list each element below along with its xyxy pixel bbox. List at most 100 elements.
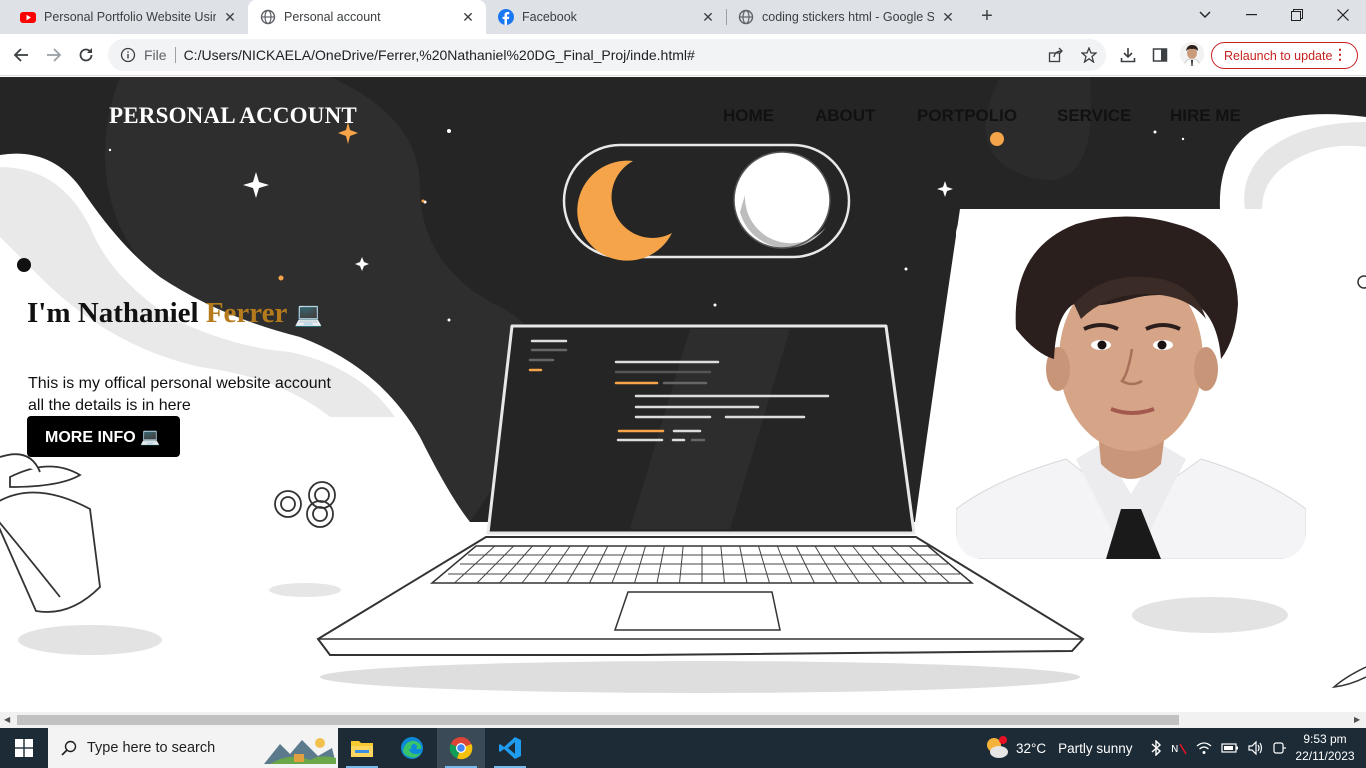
tab-google-search[interactable]: coding stickers html - Google Se ✕ [726,0,966,34]
facebook-icon [498,9,514,25]
restore-button[interactable] [1274,0,1320,30]
nav-home[interactable]: HOME [723,106,774,126]
site-logo[interactable]: PERSONAL ACCOUNT [109,103,357,129]
avatar [1180,42,1204,66]
taskbar-vscode[interactable] [486,728,534,768]
more-vertical-icon: ⋮ [1333,46,1347,62]
tab-title: Personal Portfolio Website Using [44,10,216,24]
taskbar-search-box[interactable]: Type here to search [48,728,338,768]
hero-line-2: all the details is in here [28,397,191,414]
close-icon [1337,9,1349,21]
reload-button[interactable] [74,43,98,67]
share-icon [1048,47,1063,63]
tab-facebook[interactable]: Facebook ✕ [486,0,726,34]
scheme-label: File [144,47,167,63]
chrome-icon [449,737,473,760]
browser-toolbar: File C:/Users/NICKAELA/OneDrive/Ferrer,%… [0,34,1366,76]
tab-close-icon[interactable]: ✕ [940,9,956,25]
profile-photo [956,209,1306,559]
side-panel-icon [1152,48,1168,62]
chevron-down-icon [1199,11,1211,18]
weather-text: Partly sunny [1058,740,1133,756]
taskbar-chrome[interactable] [437,728,485,768]
hero-title: I'm Nathaniel Ferrer 💻 [27,297,323,330]
edge-icon [401,737,423,759]
tab-personal-account[interactable]: Personal account ✕ [248,0,486,34]
arrow-left-icon [13,48,28,62]
relaunch-label: Relaunch to update [1224,48,1333,63]
profile-avatar[interactable] [1180,42,1204,66]
close-window-button[interactable] [1320,0,1366,30]
horizontal-scrollbar[interactable]: ◀ ▶ [0,712,1366,728]
laptop-icon: 💻 [294,302,323,327]
search-placeholder: Type here to search [87,740,216,756]
hero-line-1: This is my offical personal website acco… [28,375,331,392]
taskbar-file-explorer[interactable] [338,728,386,768]
weather-temp: 32°C [1016,740,1047,756]
bluetooth-icon[interactable] [1150,740,1162,756]
scrollbar-thumb[interactable] [17,715,1179,725]
new-tab-button[interactable]: + [975,6,999,28]
tab-youtube[interactable]: Personal Portfolio Website Using ✕ [8,0,248,34]
taskbar-clock[interactable]: 9:53 pm 22/11/2023 [1290,731,1360,765]
clock-date: 22/11/2023 [1295,749,1355,763]
hero-accent-name: Ferrer [205,297,287,329]
reload-icon [79,48,93,62]
url-text[interactable]: C:/Users/NICKAELA/OneDrive/Ferrer,%20Nat… [184,47,695,63]
tab-close-icon[interactable]: ✕ [700,9,716,25]
nav-about[interactable]: ABOUT [815,106,875,126]
youtube-icon [20,12,36,23]
tab-title: Personal account [284,10,381,24]
windows-taskbar: Type here to search 32°C Partly sunny N … [0,728,1366,768]
tab-close-icon[interactable]: ✕ [222,9,238,25]
share-button[interactable] [1040,47,1072,63]
globe-icon [738,9,754,25]
weather-partly-sunny-icon [987,736,1008,758]
minimize-button[interactable] [1228,0,1274,30]
back-button[interactable] [9,43,33,67]
globe-icon [260,9,276,25]
side-panel-button[interactable] [1148,43,1172,67]
scroll-left-icon[interactable]: ◀ [4,715,10,724]
minimize-icon [1245,14,1257,16]
taskbar-edge[interactable] [388,728,436,768]
download-icon [1120,48,1136,63]
tab-close-icon[interactable]: ✕ [460,9,476,25]
forward-button[interactable] [42,43,66,67]
vscode-icon [499,737,521,759]
hero-greeting: I'm Nathaniel [27,297,199,329]
language-icon[interactable]: N [1171,740,1187,756]
start-button[interactable] [0,728,48,768]
info-icon[interactable] [120,47,136,63]
battery-icon[interactable] [1221,742,1239,754]
hero-description: This is my offical personal website acco… [28,373,358,417]
restore-icon [1291,9,1303,21]
search-highlight-icon [264,738,336,764]
relaunch-button[interactable]: Relaunch to update ⋮ [1211,42,1358,69]
tab-title: Facebook [522,10,577,24]
address-bar[interactable]: File C:/Users/NICKAELA/OneDrive/Ferrer,%… [108,39,1106,71]
svg-text:N: N [1171,744,1178,755]
wifi-icon[interactable] [1196,741,1212,755]
clock-time: 9:53 pm [1303,732,1347,746]
scroll-right-icon[interactable]: ▶ [1354,715,1360,724]
weather-widget[interactable]: 32°C Partly sunny [984,728,1132,768]
tab-strip: Personal Portfolio Website Using ✕ Perso… [0,0,1366,34]
windows-icon [15,739,33,757]
system-tray: N [1150,728,1287,768]
arrow-right-icon [47,48,62,62]
nav-service[interactable]: SERVICE [1057,106,1131,126]
volume-icon[interactable] [1248,741,1264,755]
bookmark-button[interactable] [1072,47,1106,63]
star-icon [1081,47,1097,63]
screen-icon[interactable] [1273,741,1287,755]
downloads-button[interactable] [1116,43,1140,67]
tab-title: coding stickers html - Google Se [762,10,934,24]
folder-icon [351,741,373,757]
page-viewport: PERSONAL ACCOUNT HOME ABOUT PORTPOLIO SE… [0,77,1366,712]
search-icon [61,740,77,756]
nav-hire-me[interactable]: HIRE ME [1170,106,1241,126]
more-info-button[interactable]: MORE INFO 💻 [27,416,180,457]
tab-search-button[interactable] [1182,0,1228,30]
nav-portfolio[interactable]: PORTPOLIO [917,106,1017,126]
